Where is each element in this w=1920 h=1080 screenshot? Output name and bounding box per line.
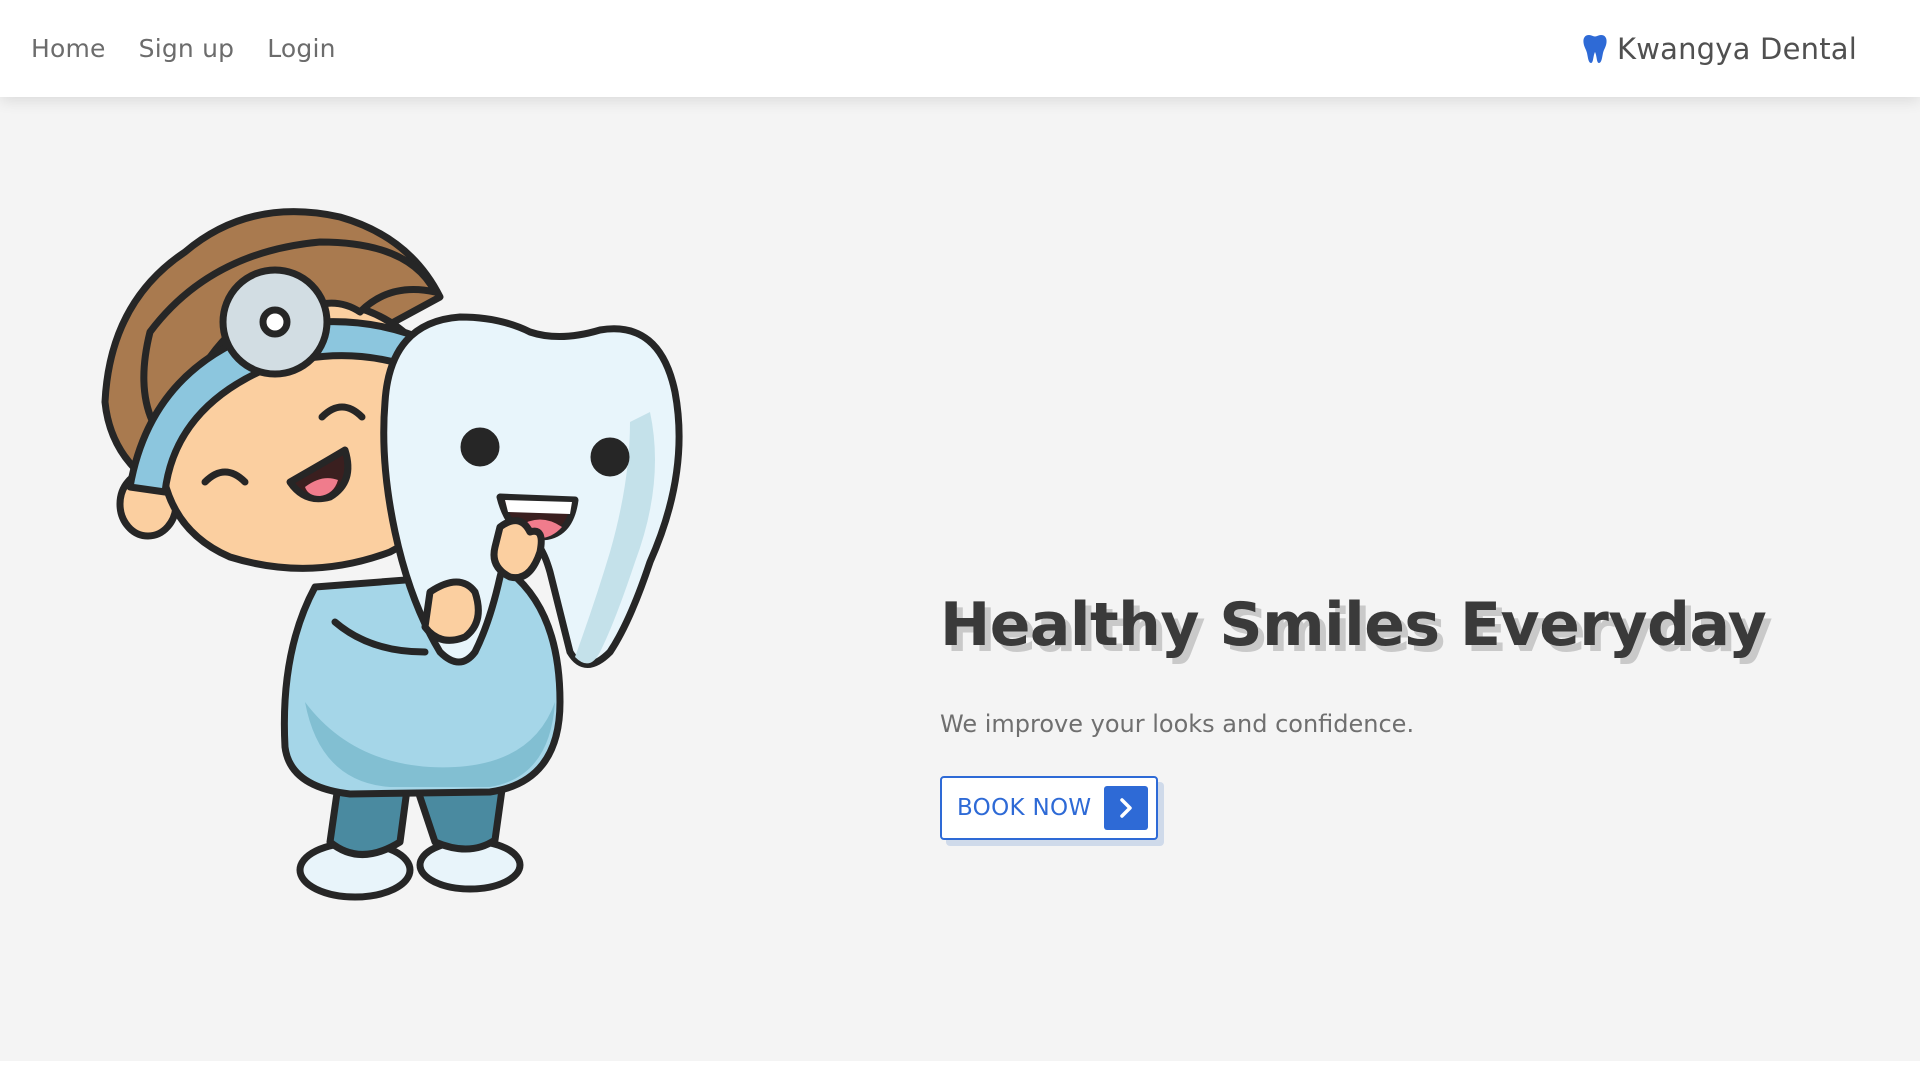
nav-link-signup[interactable]: Sign up [139, 34, 235, 63]
dentist-hugging-tooth-illustration [101, 208, 683, 901]
nav-link-home[interactable]: Home [31, 34, 106, 63]
book-now-label: BOOK NOW [957, 795, 1092, 821]
footer-band [0, 1061, 1920, 1080]
book-now-button[interactable]: BOOK NOW [940, 776, 1158, 840]
nav-link-login[interactable]: Login [267, 34, 335, 63]
nav-links: Home Sign up Login [31, 0, 369, 97]
brand-logo[interactable]: Kwangya Dental [1583, 0, 1857, 97]
chevron-right-icon [1104, 786, 1148, 830]
top-navbar: Home Sign up Login Kwangya Dental [0, 0, 1920, 97]
hero-section: Healthy Smiles Everyday We improve your … [0, 97, 1920, 1061]
hero-title: Healthy Smiles Everyday [940, 590, 1767, 660]
tooth-icon [1583, 34, 1607, 64]
hero-subtitle: We improve your looks and confidence. [940, 710, 1415, 738]
brand-name: Kwangya Dental [1617, 31, 1857, 66]
